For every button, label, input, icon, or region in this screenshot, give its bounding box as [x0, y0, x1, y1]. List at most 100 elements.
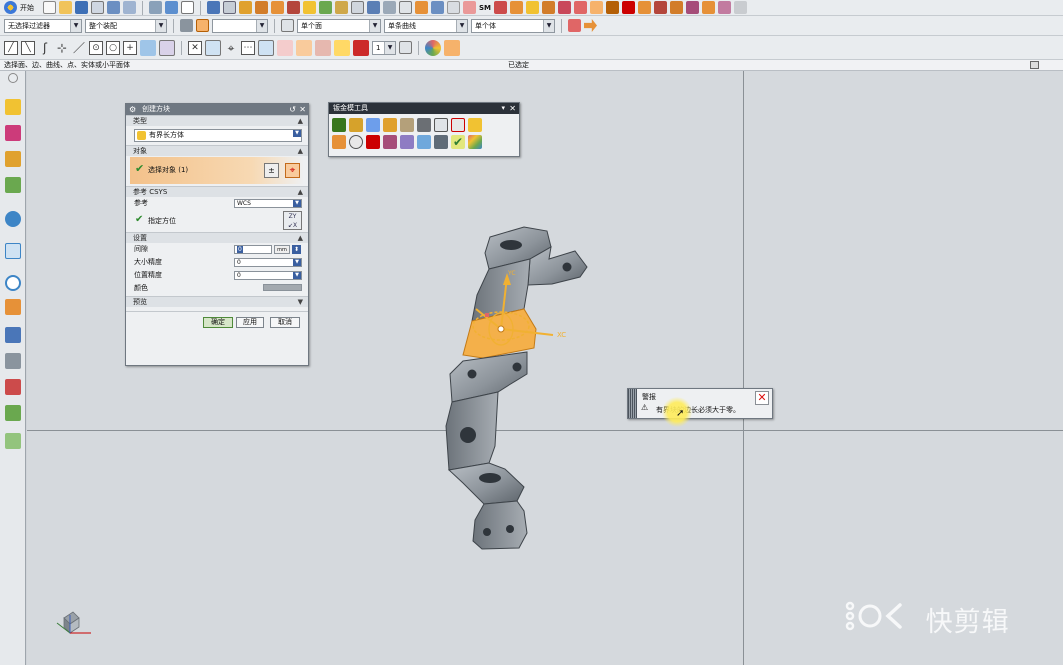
reuse-library-icon[interactable]: [5, 177, 21, 193]
part-navigator-icon[interactable]: [5, 151, 21, 167]
type-filter-combo[interactable]: 无选择过滤器: [4, 18, 82, 33]
contour-flange-icon[interactable]: [526, 1, 540, 14]
red-cube-icon[interactable]: [353, 39, 369, 56]
curve-rule-combo[interactable]: 单条曲线: [384, 18, 468, 33]
object-section-header[interactable]: 对象 ▲: [126, 145, 308, 156]
deselect-icon[interactable]: ±: [264, 163, 279, 178]
alert-grip[interactable]: [628, 389, 637, 418]
gap-unit[interactable]: mm: [274, 245, 290, 254]
die-plate-icon[interactable]: [349, 118, 363, 132]
hd3d-tools-icon[interactable]: [5, 211, 21, 227]
dimple-icon[interactable]: [558, 1, 572, 14]
collapse-chevron-icon[interactable]: ▲: [298, 116, 303, 126]
csys-section-header[interactable]: 参考 CSYS ▲: [126, 186, 308, 197]
expand-chevron-icon[interactable]: ▼: [298, 297, 303, 307]
relief-icon[interactable]: [638, 1, 652, 14]
pattern-icon[interactable]: [383, 1, 396, 14]
settings-section-header[interactable]: 设置 ▲: [126, 232, 308, 243]
manufacturing-wizard-icon[interactable]: [5, 353, 21, 369]
chamfer-icon[interactable]: [335, 1, 348, 14]
extrude-icon[interactable]: [255, 1, 268, 14]
dialog-close-icon[interactable]: ✕: [299, 104, 306, 115]
edge-blend-icon[interactable]: [319, 1, 332, 14]
mirror-icon[interactable]: [367, 1, 380, 14]
quadrant-icon[interactable]: ○: [106, 40, 120, 55]
spring-icon[interactable]: [417, 135, 431, 149]
flange-icon[interactable]: [510, 1, 524, 14]
process-studio-icon[interactable]: [5, 327, 21, 343]
hole-icon[interactable]: [287, 1, 300, 14]
assembly-navigator-icon[interactable]: [5, 99, 21, 115]
dialog-reset-icon[interactable]: ↺: [289, 104, 296, 115]
apply-button[interactable]: 应用: [236, 317, 264, 328]
strip-icon[interactable]: [366, 118, 380, 132]
lower-leg-face[interactable]: [472, 500, 528, 550]
repeat-command-icon[interactable]: [444, 39, 460, 56]
control-point-icon[interactable]: ⊹: [55, 41, 69, 55]
gusset-icon[interactable]: [686, 1, 700, 14]
face-rule-combo[interactable]: 单个面: [297, 18, 381, 33]
flat-pattern-icon[interactable]: [606, 1, 620, 14]
view-cube-icon[interactable]: [165, 1, 178, 14]
restore-window-icon[interactable]: [1030, 61, 1039, 69]
start-menu-label[interactable]: 开始: [20, 3, 34, 13]
type-combo[interactable]: 有界长方体: [134, 129, 302, 142]
boolean-icon[interactable]: [303, 1, 316, 14]
palette-close-icon[interactable]: ✕: [509, 103, 516, 114]
multi-color-tool-icon[interactable]: [468, 135, 482, 149]
color-swatch[interactable]: [263, 284, 302, 291]
louver-icon[interactable]: [542, 1, 556, 14]
pierce-icon[interactable]: [400, 118, 414, 132]
render-style-icon[interactable]: [149, 1, 162, 14]
color-palette-icon[interactable]: [425, 39, 441, 56]
point-count-combo[interactable]: 1: [372, 40, 396, 55]
corner-icon[interactable]: [622, 1, 636, 14]
measure-angle-icon[interactable]: [296, 39, 312, 56]
constraint-navigator-icon[interactable]: [5, 125, 21, 141]
bend-icon[interactable]: [574, 1, 588, 14]
pad-icon[interactable]: [332, 135, 346, 149]
die-base-icon[interactable]: [332, 118, 346, 132]
body-rule-combo[interactable]: 单个体: [471, 18, 555, 33]
box-display-icon[interactable]: [334, 39, 350, 56]
snap-point-icon[interactable]: [196, 19, 209, 32]
grid-point-icon[interactable]: [159, 39, 175, 56]
trim-line-icon[interactable]: [451, 118, 465, 132]
revolve-icon[interactable]: [271, 1, 284, 14]
offset-face-icon[interactable]: [415, 1, 428, 14]
history-icon[interactable]: [5, 275, 21, 291]
roles-icon[interactable]: [5, 379, 21, 395]
arc-center-icon[interactable]: [258, 39, 274, 56]
spline-icon[interactable]: ʃ: [38, 41, 52, 55]
collapse-chevron-icon[interactable]: ▲: [298, 233, 303, 243]
arc-icon[interactable]: [463, 1, 476, 14]
crosshair-select-icon[interactable]: ⌖: [285, 163, 300, 178]
face-point-icon[interactable]: [140, 39, 156, 56]
analysis-icon[interactable]: [315, 39, 331, 56]
tangent-point-icon[interactable]: [205, 39, 221, 56]
web-browser-icon[interactable]: [5, 243, 21, 259]
collapse-chevron-icon[interactable]: ▲: [298, 146, 303, 156]
trim-body-icon[interactable]: [399, 1, 412, 14]
preview-section-header[interactable]: 预览 ▼: [126, 296, 308, 307]
copy-icon[interactable]: [91, 1, 104, 14]
start-menu-icon[interactable]: [4, 1, 17, 14]
die-set-icon[interactable]: [434, 118, 448, 132]
toolbar-options-icon[interactable]: [734, 1, 748, 14]
tab-icon[interactable]: [494, 1, 508, 14]
position-precision-combo[interactable]: 0: [234, 271, 302, 280]
layer-settings-icon[interactable]: [223, 1, 236, 14]
point-on-curve-icon[interactable]: ⋯: [241, 40, 255, 55]
csys-dialog-icon[interactable]: ZY ↙X: [283, 211, 302, 230]
insert-tool-icon[interactable]: [383, 135, 397, 149]
dialog-title-bar[interactable]: ⚙ 创建方块 ↺ ✕: [126, 104, 308, 115]
undo-icon[interactable]: [107, 1, 120, 14]
blank-view-icon[interactable]: [181, 1, 194, 14]
alert-close-icon[interactable]: ✕: [755, 391, 769, 405]
cancel-button[interactable]: 取消: [270, 317, 300, 328]
general-selection-icon[interactable]: [180, 19, 193, 32]
open-folder-icon[interactable]: [59, 1, 72, 14]
select-object-row[interactable]: ✔ 选择对象 (1) ± ⌖: [130, 157, 304, 184]
palette-options-icon[interactable]: ▾: [501, 103, 505, 114]
follow-curve-arrow-icon[interactable]: [584, 19, 597, 32]
